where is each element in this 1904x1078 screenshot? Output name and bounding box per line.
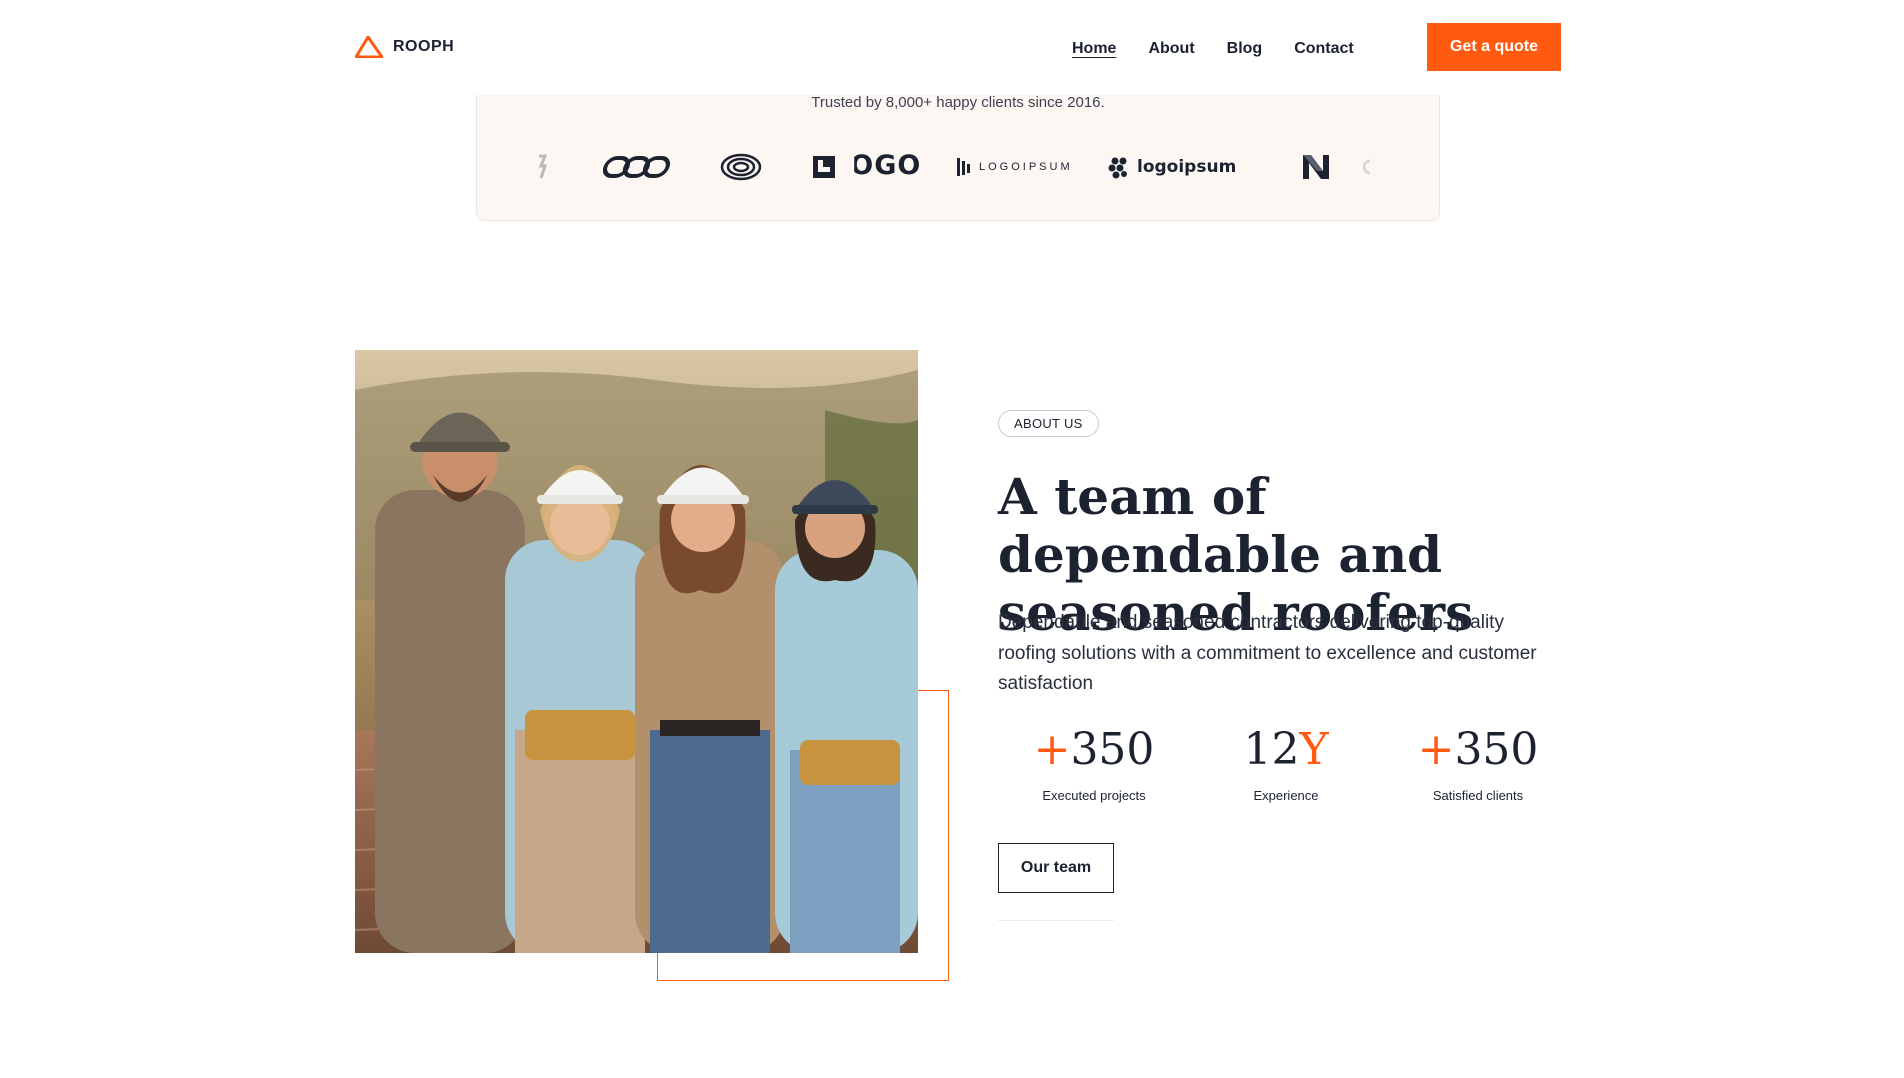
- stat-number: 350: [1454, 724, 1539, 775]
- nav-contact-link[interactable]: Contact: [1294, 40, 1354, 58]
- stat-experience: 12Y Experience: [1190, 720, 1382, 803]
- stat-suffix: Y: [1299, 724, 1329, 775]
- brand-name: ROOPH: [393, 38, 455, 55]
- our-team-button[interactable]: Our team: [998, 843, 1114, 893]
- concentric-logo-icon: [720, 144, 762, 190]
- stat-executed-projects: +350 Executed projects: [998, 720, 1190, 803]
- brand[interactable]: ROOPH: [355, 36, 454, 58]
- stat-label: Experience: [1253, 788, 1319, 803]
- logoipsum-logo: logoipsum: [1107, 144, 1236, 190]
- nav-blog-link[interactable]: Blog: [1227, 40, 1263, 58]
- n-logo-icon: [1301, 144, 1331, 190]
- stat-number: 12: [1243, 724, 1300, 775]
- stat-label: Satisfied clients: [1432, 788, 1524, 803]
- main-nav: Home About Blog Contact: [1072, 40, 1354, 58]
- stats-row: +350 Executed projects 12Y Experience +3…: [998, 720, 1578, 810]
- brand-logo-icon: [355, 36, 383, 58]
- stat-prefix: +: [1417, 724, 1455, 775]
- client-logos: LOGO LOGOIPSUM logoipsum: [537, 144, 1381, 190]
- stat-number: 350: [1070, 724, 1155, 775]
- stat-value: +350: [1382, 720, 1574, 780]
- logo-wordmark: LOGO: [811, 144, 920, 190]
- logoipsum-caps-logo: LOGOIPSUM: [957, 144, 1073, 190]
- about-us-tag: ABOUT US: [998, 410, 1099, 437]
- trusted-by-strip: Trusted by 8,000+ happy clients since 20…: [476, 78, 1440, 221]
- get-a-quote-button[interactable]: Get a quote: [1427, 23, 1561, 71]
- team-photo-illustration: [355, 350, 918, 953]
- stat-value: 12Y: [1190, 720, 1382, 780]
- stat-satisfied-clients: +350 Satisfied clients: [1382, 720, 1574, 803]
- logoipsum-text: logoipsum: [1137, 157, 1237, 177]
- partial-logo-left: [537, 144, 547, 190]
- divider: [998, 920, 1114, 921]
- about-description: Dependable and seasoned contractors deli…: [998, 612, 1537, 694]
- chain-logo-icon: [603, 144, 671, 190]
- nav-about-link[interactable]: About: [1148, 40, 1194, 58]
- stat-prefix: +: [1033, 724, 1071, 775]
- site-header: ROOPH Home About Blog Contact Get a quot…: [0, 0, 1904, 95]
- team-photo: [355, 350, 918, 953]
- logoipsum-caps-text: LOGOIPSUM: [979, 161, 1073, 173]
- trusted-text: Trusted by 8,000+ happy clients since 20…: [811, 94, 1105, 111]
- stat-label: Executed projects: [1042, 788, 1146, 803]
- nav-home-link[interactable]: Home: [1072, 40, 1116, 58]
- stat-value: +350: [998, 720, 1190, 780]
- partial-logo-right: [1363, 144, 1371, 190]
